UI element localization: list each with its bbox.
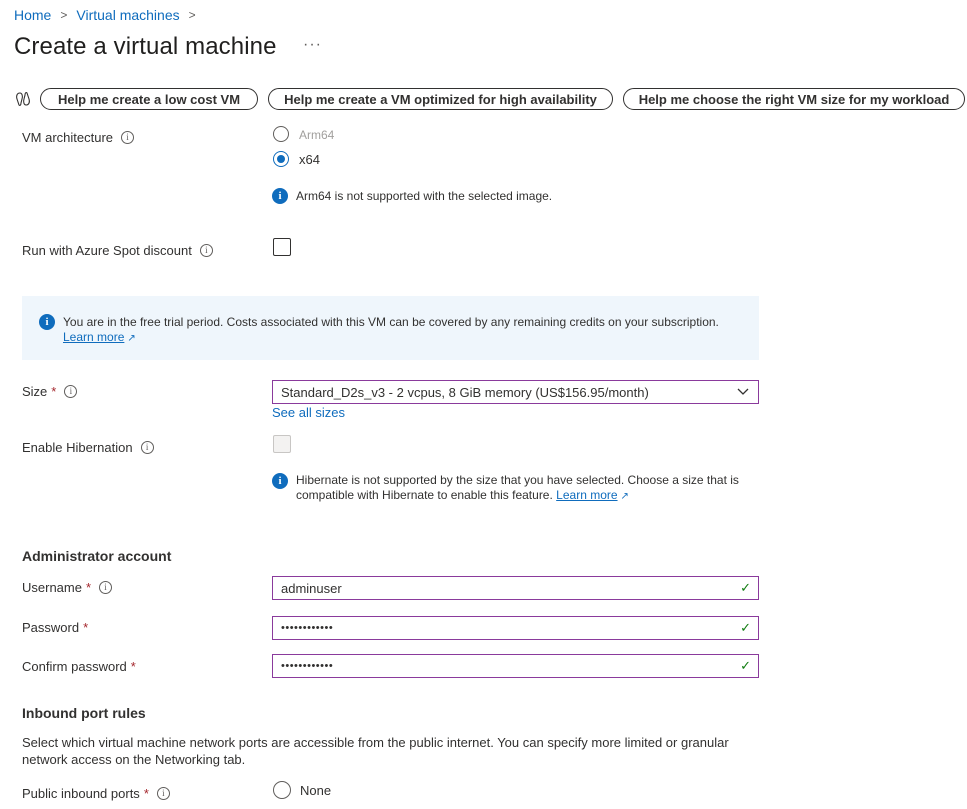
info-icon[interactable]: i [99,581,113,594]
required-mark: * [130,659,136,674]
chevron-right-icon: > [188,8,196,22]
hibernation-label-text: Enable Hibernation [22,440,133,455]
inbound-port-rules-heading: Inbound port rules [22,705,146,721]
required-mark: * [51,384,57,399]
breadcrumb-home-link[interactable]: Home [14,7,51,23]
none-label: None [300,782,332,798]
external-link-icon: ↗ [127,333,136,344]
help-high-availability-button[interactable]: Help me create a VM optimized for high a… [268,88,613,110]
x64-option[interactable]: x64 [273,151,320,167]
confirm-password-input[interactable]: •••••••••••• ✓ [272,654,759,678]
valid-check-icon: ✓ [740,580,751,595]
size-label: Size * i [22,384,78,399]
public-inbound-none-option[interactable]: None [273,781,331,799]
page-title: Create a virtual machine [14,33,277,60]
password-value: •••••••••••• [281,622,334,634]
confirm-password-value: •••••••••••• [281,660,334,672]
x64-label: x64 [299,151,320,167]
free-trial-message: You are in the free trial period. Costs … [63,315,719,329]
hibernation-note-line1: Hibernate is not supported by the size t… [296,473,739,487]
hibernation-note-line2: compatible with Hibernate to enable this… [296,488,553,502]
valid-check-icon: ✓ [740,658,751,673]
arm64-option[interactable]: Arm64 [273,120,473,142]
inbound-description: Select which virtual machine network por… [22,734,762,768]
vm-architecture-label: VM architecture i [22,130,135,145]
external-link-icon: ↗ [620,491,629,502]
hibernation-label: Enable Hibernation i [22,440,154,455]
info-filled-icon: i [272,473,288,489]
free-trial-banner: i You are in the free trial period. Cost… [22,296,759,360]
hibernation-learn-more-link[interactable]: Learn more [556,488,617,502]
inbound-description-line1: Select which virtual machine network por… [22,735,729,750]
arm64-radio[interactable] [273,126,289,142]
size-dropdown-value: Standard_D2s_v3 - 2 vcpus, 8 GiB memory … [281,384,649,400]
arm64-not-supported-note: i Arm64 is not supported with the select… [272,188,552,204]
spot-label-text: Run with Azure Spot discount [22,243,192,258]
admin-account-heading: Administrator account [22,548,172,564]
spot-label: Run with Azure Spot discount i [22,243,213,258]
info-icon[interactable]: i [156,787,170,800]
info-filled-icon: i [39,314,55,330]
required-mark: * [85,580,92,595]
info-icon[interactable]: i [140,441,154,454]
public-inbound-ports-label-text: Public inbound ports [22,786,140,801]
chevron-right-icon: > [60,8,68,22]
arm64-label: Arm64 [299,128,335,142]
arm64-note-text: Arm64 is not supported with the selected… [296,189,553,203]
username-value: adminuser [281,580,342,596]
vm-architecture-label-text: VM architecture [22,130,114,145]
required-mark: * [143,786,149,801]
info-filled-icon: i [272,188,288,204]
copilot-icon [16,92,30,106]
info-icon[interactable]: i [199,244,213,257]
required-mark: * [83,620,89,635]
help-low-cost-vm-button[interactable]: Help me create a low cost VM [40,88,258,110]
free-trial-text: You are in the free trial period. Costs … [63,315,753,346]
help-vm-size-button[interactable]: Help me choose the right VM size for my … [623,88,965,110]
username-input[interactable]: adminuser ✓ [272,576,759,600]
username-label: Username * i [22,580,113,595]
spot-checkbox[interactable] [273,238,291,256]
username-label-text: Username [22,580,82,595]
breadcrumb: Home > Virtual machines > [14,7,205,23]
x64-radio[interactable] [273,151,289,167]
breadcrumb-virtual-machines-link[interactable]: Virtual machines [76,7,179,23]
hibernation-note-text: Hibernate is not supported by the size t… [296,473,766,504]
password-label-text: Password [22,620,80,635]
confirm-password-label: Confirm password * [22,659,136,674]
none-radio[interactable] [273,781,291,799]
size-dropdown[interactable]: Standard_D2s_v3 - 2 vcpus, 8 GiB memory … [272,380,759,404]
password-input[interactable]: •••••••••••• ✓ [272,616,759,640]
info-icon[interactable]: i [64,385,78,398]
public-inbound-ports-label: Public inbound ports * i [22,786,170,801]
more-options-icon[interactable]: ··· [303,36,322,54]
see-all-sizes-link[interactable]: See all sizes [272,405,345,420]
hibernation-checkbox[interactable] [273,435,291,453]
inbound-description-line2: network access on the Networking tab. [22,752,246,767]
size-label-text: Size [22,384,48,399]
confirm-password-label-text: Confirm password [22,659,127,674]
info-icon[interactable]: i [121,131,135,144]
password-label: Password * [22,620,88,635]
chevron-down-icon [737,388,749,395]
learn-more-link[interactable]: Learn more [63,330,124,344]
valid-check-icon: ✓ [740,620,751,635]
